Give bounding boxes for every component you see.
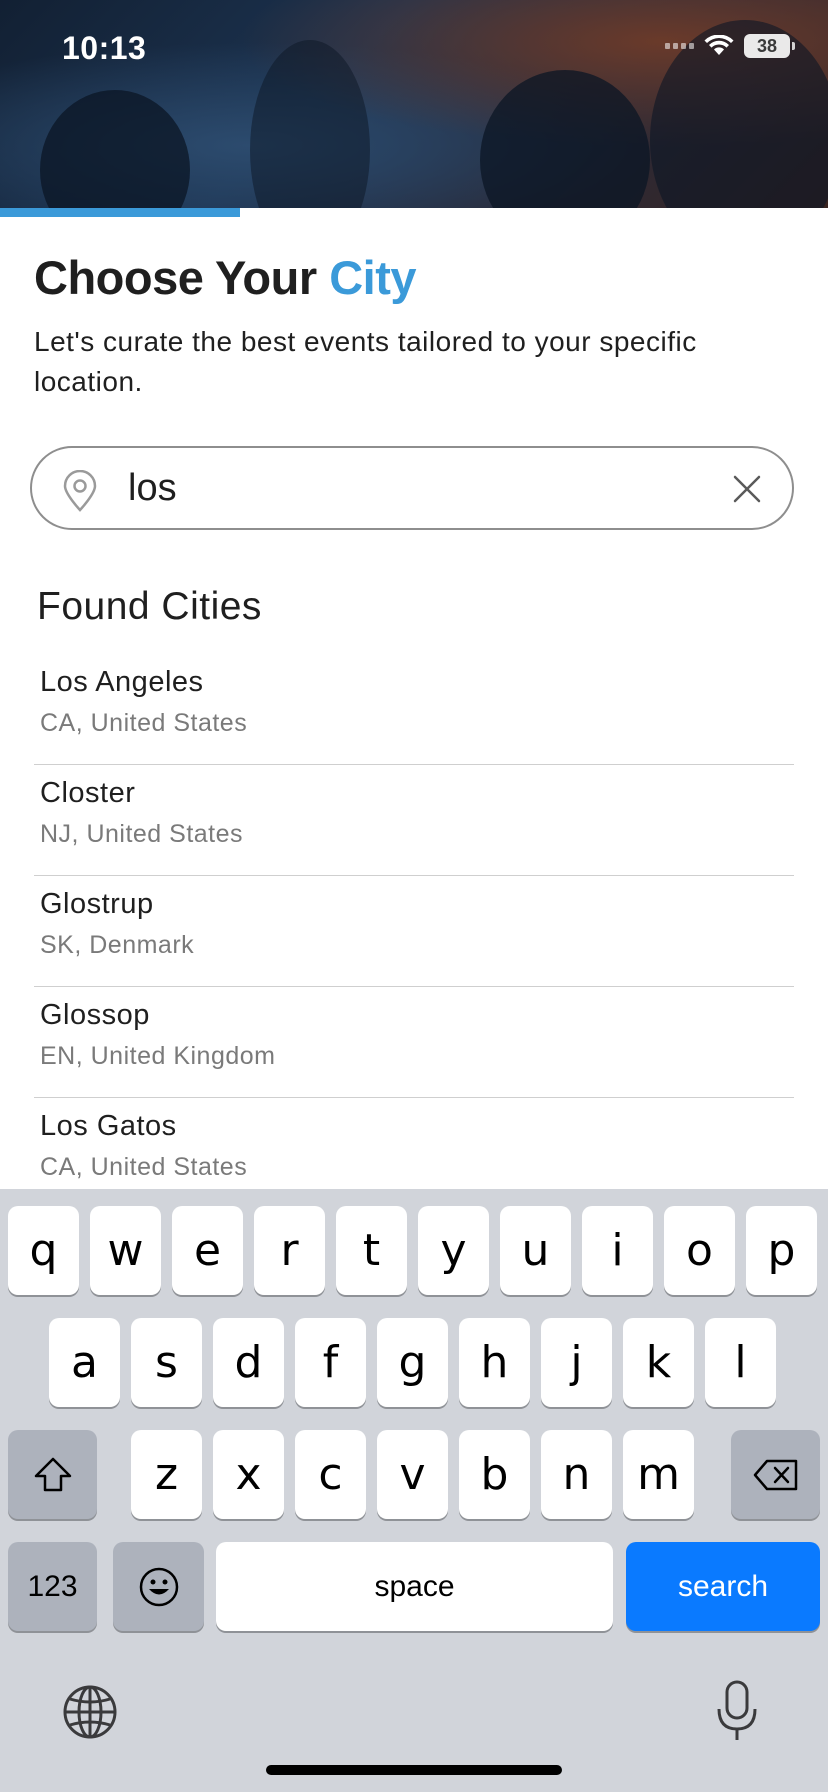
key-y[interactable]: y (418, 1206, 489, 1295)
globe-icon[interactable] (62, 1684, 118, 1740)
title-accent: City (329, 251, 416, 304)
key-w[interactable]: w (90, 1206, 161, 1295)
city-region: NJ, United States (40, 820, 244, 848)
key-d[interactable]: d (213, 1318, 284, 1407)
key-r[interactable]: r (254, 1206, 325, 1295)
city-result-item[interactable]: Los Angeles CA, United States (34, 654, 794, 765)
city-region: EN, United Kingdom (40, 1042, 276, 1070)
search-input[interactable] (128, 462, 688, 514)
city-search-field[interactable] (30, 446, 794, 530)
location-pin-icon (63, 470, 97, 512)
progress-fill (0, 208, 241, 217)
key-l[interactable]: l (705, 1318, 776, 1407)
onboarding-progress (0, 208, 828, 217)
clear-search-icon[interactable] (732, 474, 762, 504)
shift-key[interactable] (8, 1430, 97, 1519)
key-m[interactable]: m (623, 1430, 694, 1519)
city-results-list: Los Angeles CA, United States Closter NJ… (34, 654, 794, 1209)
battery-icon: 38 (744, 34, 795, 58)
page-subtitle: Let's curate the best events tailored to… (34, 326, 697, 397)
key-e[interactable]: e (172, 1206, 243, 1295)
key-k[interactable]: k (623, 1318, 694, 1407)
city-region: CA, United States (40, 709, 248, 737)
key-h[interactable]: h (459, 1318, 530, 1407)
wifi-icon (704, 35, 734, 55)
key-x[interactable]: x (213, 1430, 284, 1519)
backspace-icon (753, 1459, 797, 1490)
city-name: Closter (40, 777, 136, 809)
numbers-key[interactable]: 123 (8, 1542, 97, 1631)
city-result-item[interactable]: Closter NJ, United States (34, 765, 794, 876)
onscreen-keyboard: q w e r t y u i o p a s d f g h j k l z … (0, 1189, 828, 1792)
city-name: Glossop (40, 999, 150, 1031)
status-bar: 10:13 38 (0, 0, 828, 100)
space-key[interactable]: space (216, 1542, 613, 1631)
city-result-item[interactable]: Glostrup SK, Denmark (34, 876, 794, 987)
key-q[interactable]: q (8, 1206, 79, 1295)
key-t[interactable]: t (336, 1206, 407, 1295)
shift-icon (34, 1457, 71, 1491)
city-result-item[interactable]: Glossop EN, United Kingdom (34, 987, 794, 1098)
key-v[interactable]: v (377, 1430, 448, 1519)
key-g[interactable]: g (377, 1318, 448, 1407)
page-title: Choose Your City (34, 250, 416, 305)
key-b[interactable]: b (459, 1430, 530, 1519)
city-name: Los Angeles (40, 666, 204, 698)
city-name: Los Gatos (40, 1110, 177, 1142)
city-region: CA, United States (40, 1153, 248, 1181)
emoji-key[interactable] (113, 1542, 204, 1631)
key-o[interactable]: o (664, 1206, 735, 1295)
search-key[interactable]: search (626, 1542, 820, 1631)
backspace-key[interactable] (731, 1430, 820, 1519)
found-cities-heading: Found Cities (37, 585, 262, 628)
key-f[interactable]: f (295, 1318, 366, 1407)
key-a[interactable]: a (49, 1318, 120, 1407)
key-c[interactable]: c (295, 1430, 366, 1519)
key-n[interactable]: n (541, 1430, 612, 1519)
key-z[interactable]: z (131, 1430, 202, 1519)
cellular-signal-icon (665, 43, 694, 49)
key-p[interactable]: p (746, 1206, 817, 1295)
microphone-icon[interactable] (715, 1679, 759, 1743)
home-indicator (266, 1765, 562, 1775)
city-name: Glostrup (40, 888, 154, 920)
status-icons: 38 (665, 34, 795, 58)
emoji-icon (139, 1567, 178, 1606)
status-time: 10:13 (62, 30, 147, 66)
key-u[interactable]: u (500, 1206, 571, 1295)
city-region: SK, Denmark (40, 931, 195, 959)
key-j[interactable]: j (541, 1318, 612, 1407)
key-i[interactable]: i (582, 1206, 653, 1295)
key-s[interactable]: s (131, 1318, 202, 1407)
title-main: Choose Your (34, 251, 317, 304)
